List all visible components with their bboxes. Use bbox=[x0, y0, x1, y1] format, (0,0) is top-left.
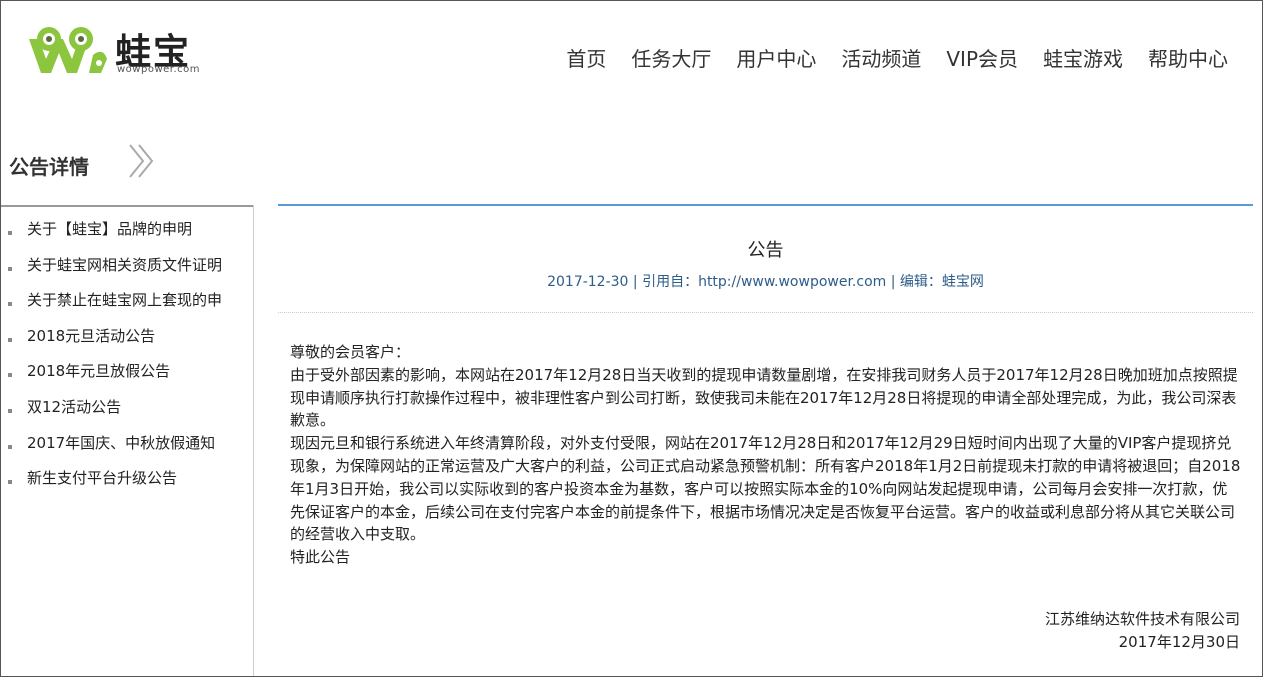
notice-list: 关于【蛙宝】品牌的申明 关于蛙宝网相关资质文件证明 关于禁止在蛙宝网上套现的申 … bbox=[1, 217, 253, 502]
sidebar-item-label: 双12活动公告 bbox=[27, 397, 122, 416]
sidebar-item[interactable]: 双12活动公告 bbox=[1, 395, 253, 431]
sidebar-divider bbox=[1, 205, 253, 207]
square-bullet-icon bbox=[8, 444, 12, 449]
sidebar-item-label: 关于蛙宝网相关资质文件证明 bbox=[27, 255, 223, 274]
sidebar-item[interactable]: 2018年元旦放假公告 bbox=[1, 359, 253, 395]
square-bullet-icon bbox=[8, 302, 12, 307]
main-nav: 首页 任务大厅 用户中心 活动频道 VIP会员 蛙宝游戏 帮助中心 bbox=[541, 43, 1228, 72]
sidebar-item-label: 2017年国庆、中秋放假通知 bbox=[27, 433, 216, 452]
sidebar-item[interactable]: 2018元旦活动公告 bbox=[1, 324, 253, 360]
sidebar-item-label: 关于禁止在蛙宝网上套现的申 bbox=[27, 291, 223, 310]
square-bullet-icon bbox=[8, 480, 12, 485]
square-bullet-icon bbox=[8, 266, 12, 271]
notice-greeting: 尊敬的会员客户： bbox=[290, 343, 411, 361]
sidebar-item-label: 关于【蛙宝】品牌的申明 bbox=[27, 220, 193, 238]
nav-home[interactable]: 首页 bbox=[566, 43, 606, 72]
nav-games[interactable]: 蛙宝游戏 bbox=[1043, 43, 1123, 72]
brand-domain: wowpower.com bbox=[117, 64, 201, 75]
sidebar: 关于【蛙宝】品牌的申明 关于蛙宝网相关资质文件证明 关于禁止在蛙宝网上套现的申 … bbox=[1, 205, 254, 676]
page-frame: 蛙宝 wowpower.com 首页 任务大厅 用户中心 活动频道 VIP会员 … bbox=[1, 1, 1262, 676]
nav-vip[interactable]: VIP会员 bbox=[946, 43, 1018, 72]
square-bullet-icon bbox=[8, 231, 12, 235]
nav-help-center[interactable]: 帮助中心 bbox=[1148, 43, 1228, 72]
notice-body: 尊敬的会员客户： 由于受外部因素的影响，本网站在2017年12月28日当天收到的… bbox=[290, 341, 1242, 569]
brand-logo[interactable]: 蛙宝 wowpower.com bbox=[25, 23, 215, 79]
content-divider bbox=[278, 204, 1253, 206]
notice-date: 2017年12月30日 bbox=[1118, 633, 1240, 651]
notice-paragraph: 由于受外部因素的影响，本网站在2017年12月28日当天收到的提现申请数量剧增，… bbox=[290, 365, 1238, 430]
notice-signature: 江苏维纳达软件技术有限公司 2017年12月30日 bbox=[1045, 608, 1240, 654]
square-bullet-icon bbox=[8, 373, 12, 378]
square-bullet-icon bbox=[8, 337, 12, 342]
notice-title: 公告 bbox=[747, 240, 784, 261]
sidebar-item[interactable]: 新生支付平台升级公告 bbox=[1, 466, 253, 502]
sidebar-item-label: 2018元旦活动公告 bbox=[27, 326, 156, 345]
sidebar-item[interactable]: 关于禁止在蛙宝网上套现的申 bbox=[1, 288, 253, 324]
section-title: 公告详情 bbox=[9, 155, 89, 179]
sidebar-item-label: 2018年元旦放假公告 bbox=[27, 362, 171, 381]
nav-user-center[interactable]: 用户中心 bbox=[736, 43, 816, 72]
sidebar-item[interactable]: 关于蛙宝网相关资质文件证明 bbox=[1, 253, 253, 289]
sidebar-item[interactable]: 2017年国庆、中秋放假通知 bbox=[1, 431, 253, 467]
nav-task-hall[interactable]: 任务大厅 bbox=[631, 43, 711, 72]
notice-closing: 特此公告 bbox=[290, 548, 351, 567]
frog-logo-icon bbox=[29, 27, 107, 73]
notice-paragraph: 现因元旦和银行系统进入年终清算阶段，对外支付受限，网站在2017年12月28日和… bbox=[290, 434, 1241, 544]
sidebar-item[interactable]: 关于【蛙宝】品牌的申明 bbox=[1, 217, 253, 253]
square-bullet-icon bbox=[8, 408, 12, 413]
nav-activity-channel[interactable]: 活动频道 bbox=[841, 43, 921, 72]
company-name: 江苏维纳达软件技术有限公司 bbox=[1044, 610, 1240, 628]
notice-meta: 2017-12-30 | 引用自：http://www.wowpower.com… bbox=[547, 274, 984, 290]
double-chevron-right-icon bbox=[129, 144, 154, 178]
meta-separator bbox=[278, 312, 1253, 313]
sidebar-item-label: 新生支付平台升级公告 bbox=[27, 469, 178, 488]
